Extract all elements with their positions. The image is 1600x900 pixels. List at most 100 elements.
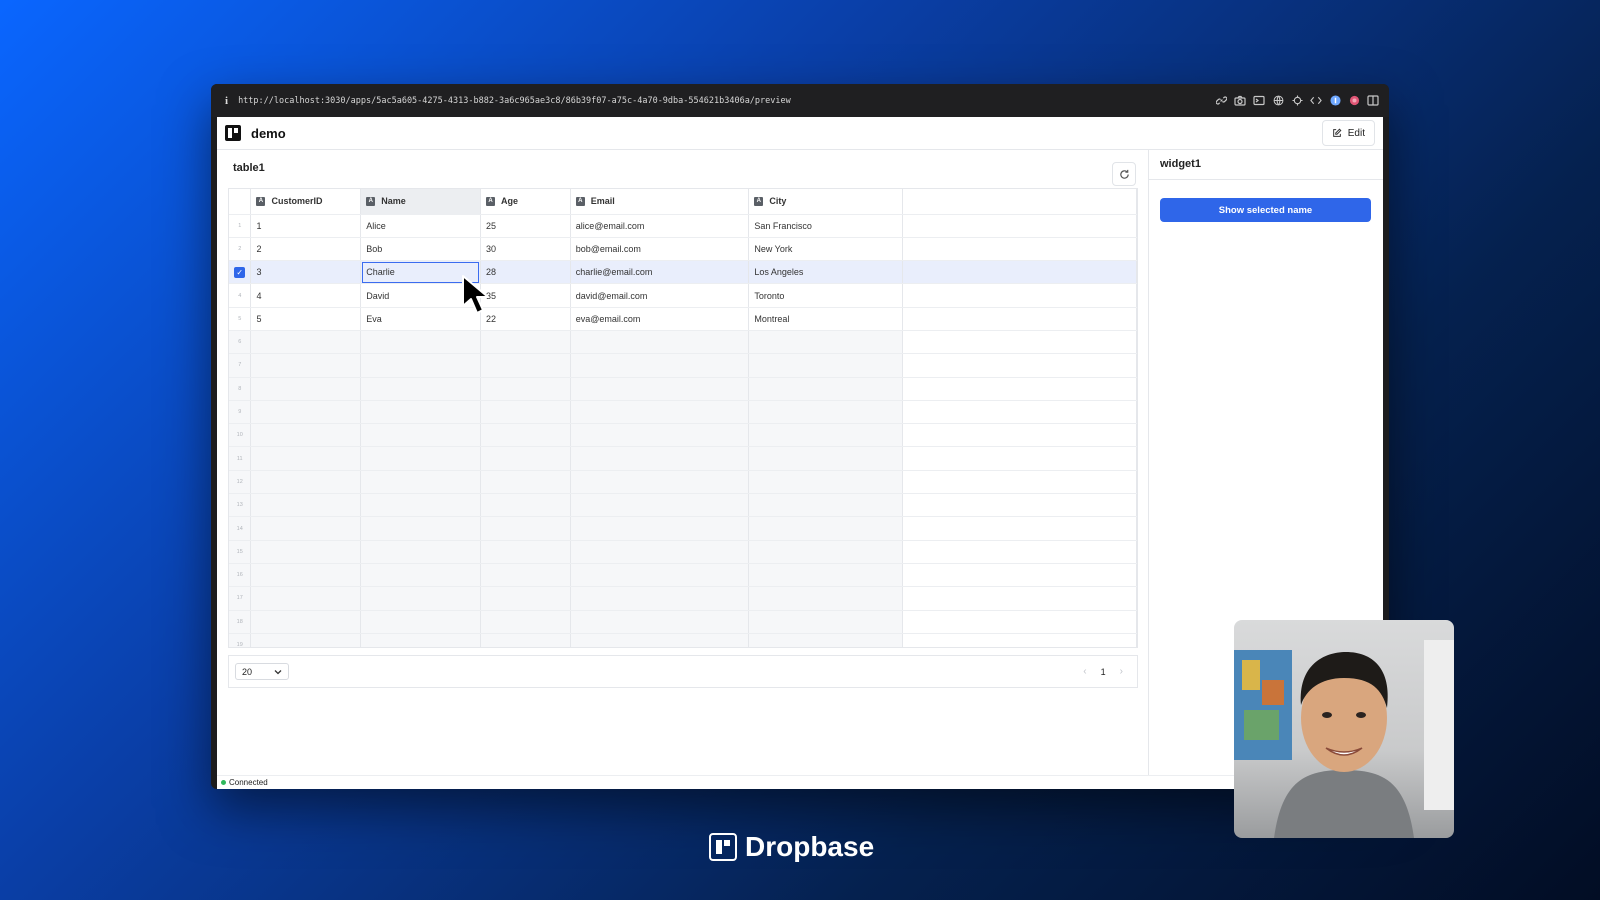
cell-customerid[interactable]: 1	[250, 214, 362, 238]
column-header-label: CustomerID	[271, 196, 323, 207]
cell-customerid[interactable]: 4	[250, 283, 362, 308]
cell-filler	[902, 470, 1137, 495]
empty-cell	[250, 586, 362, 611]
empty-cell	[480, 563, 571, 588]
empty-cell	[480, 446, 571, 471]
empty-cell	[360, 446, 481, 471]
edit-button[interactable]: Edit	[1321, 120, 1375, 146]
column-header-email[interactable]: A Email	[570, 189, 750, 215]
info-icon[interactable]: i	[225, 95, 228, 107]
cell-age[interactable]: 25	[480, 214, 571, 238]
empty-cell	[360, 330, 481, 355]
empty-cell	[360, 540, 481, 564]
empty-cell	[480, 377, 571, 401]
cell-age[interactable]: 30	[480, 237, 571, 262]
app-main: table1 A CustomerID A Name A Age A Email…	[217, 150, 1383, 775]
empty-cell	[360, 563, 481, 588]
empty-cell	[480, 633, 571, 647]
table-row-selected[interactable]: ✓ 3 Charlie 28 charlie@email.com Los Ang…	[229, 260, 1137, 285]
app-logo-icon	[225, 125, 241, 141]
webcam-overlay	[1234, 620, 1454, 838]
empty-cell	[570, 516, 750, 541]
terminal-icon[interactable]	[1253, 95, 1265, 107]
checkmark-icon[interactable]: ✓	[234, 266, 246, 278]
url-text[interactable]: http://localhost:3030/apps/5ac5a605-4275…	[238, 96, 1215, 106]
data-grid[interactable]: A CustomerID A Name A Age A Email A City 1	[228, 188, 1138, 648]
sidebar-toggle-icon[interactable]	[1367, 95, 1379, 107]
empty-cell	[360, 423, 481, 448]
empty-cell	[360, 470, 481, 495]
column-header-name[interactable]: A Name	[360, 189, 481, 215]
row-number[interactable]: 4	[229, 283, 252, 308]
cell-filler	[902, 377, 1137, 401]
cell-customerid[interactable]: 3	[250, 260, 362, 285]
cell-filler	[902, 493, 1137, 518]
browser-window: i http://localhost:3030/apps/5ac5a605-42…	[211, 84, 1389, 789]
row-number: 19	[229, 633, 252, 647]
extension-icon[interactable]	[1348, 95, 1360, 107]
column-header-label: Age	[500, 196, 518, 207]
cell-city[interactable]: San Francisco	[748, 214, 903, 238]
cell-email[interactable]: bob@email.com	[570, 237, 750, 262]
person-avatar	[1234, 640, 1454, 838]
empty-cell	[748, 400, 903, 425]
crosshair-icon[interactable]	[1291, 95, 1303, 107]
table-row[interactable]: 1 1 Alice 25 alice@email.com San Francis…	[229, 214, 1137, 238]
row-number[interactable]: 1	[229, 214, 252, 238]
previous-page-icon[interactable]: ‹	[1083, 666, 1086, 677]
cell-filler	[902, 586, 1137, 611]
column-header-city[interactable]: A City	[748, 189, 903, 215]
empty-cell	[570, 377, 750, 401]
cell-city[interactable]: Los Angeles	[748, 260, 903, 285]
empty-cell	[250, 540, 362, 564]
table-row[interactable]: 2 2 Bob 30 bob@email.com New York	[229, 237, 1137, 262]
widget-divider	[1149, 179, 1383, 180]
mouse-pointer-icon	[462, 275, 489, 314]
empty-cell	[360, 377, 481, 401]
cell-customerid[interactable]: 5	[250, 307, 362, 331]
empty-cell	[570, 563, 750, 588]
cell-email[interactable]: eva@email.com	[570, 307, 750, 331]
empty-cell	[748, 586, 903, 611]
connection-status-icon	[221, 780, 226, 785]
current-page[interactable]: 1	[1101, 667, 1106, 677]
empty-table-row: 6	[229, 330, 1137, 355]
show-selected-name-button[interactable]: Show selected name	[1160, 198, 1371, 222]
password-manager-icon[interactable]	[1329, 95, 1341, 107]
cell-city[interactable]: New York	[748, 237, 903, 262]
empty-cell	[570, 540, 750, 564]
code-icon[interactable]	[1310, 95, 1322, 107]
globe-icon[interactable]	[1272, 95, 1284, 107]
cell-name[interactable]: Bob	[360, 237, 481, 262]
row-number[interactable]: 2	[229, 237, 252, 262]
cell-customerid[interactable]: 2	[250, 237, 362, 262]
refresh-button[interactable]	[1112, 162, 1136, 186]
table-row[interactable]: 4 4 David 35 david@email.com Toronto	[229, 283, 1137, 308]
empty-cell	[570, 330, 750, 355]
row-checkbox[interactable]: ✓	[229, 260, 252, 285]
table-panel: table1 A CustomerID A Name A Age A Email…	[217, 150, 1149, 775]
empty-cell	[748, 493, 903, 518]
column-header-customerid[interactable]: A CustomerID	[250, 189, 362, 215]
data-table: A CustomerID A Name A Age A Email A City 1	[229, 189, 1137, 647]
cell-email[interactable]: david@email.com	[570, 283, 750, 308]
empty-cell	[570, 353, 750, 378]
cell-city[interactable]: Montreal	[748, 307, 903, 331]
cell-email[interactable]: alice@email.com	[570, 214, 750, 238]
cell-name[interactable]: Alice	[360, 214, 481, 238]
column-header-age[interactable]: A Age	[480, 189, 571, 215]
next-page-icon[interactable]: ›	[1120, 666, 1123, 677]
empty-cell	[748, 423, 903, 448]
connection-status-text: Connected	[229, 778, 268, 787]
cell-city[interactable]: Toronto	[748, 283, 903, 308]
empty-table-row: 15	[229, 540, 1137, 564]
link-icon[interactable]	[1215, 95, 1227, 107]
page-size-select[interactable]: 20	[235, 663, 289, 680]
empty-table-row: 7	[229, 353, 1137, 378]
camera-icon[interactable]	[1234, 95, 1246, 107]
empty-cell	[748, 377, 903, 401]
table-row[interactable]: 5 5 Eva 22 eva@email.com Montreal	[229, 307, 1137, 331]
empty-cell	[748, 633, 903, 647]
row-number[interactable]: 5	[229, 307, 252, 331]
cell-email[interactable]: charlie@email.com	[570, 260, 750, 285]
